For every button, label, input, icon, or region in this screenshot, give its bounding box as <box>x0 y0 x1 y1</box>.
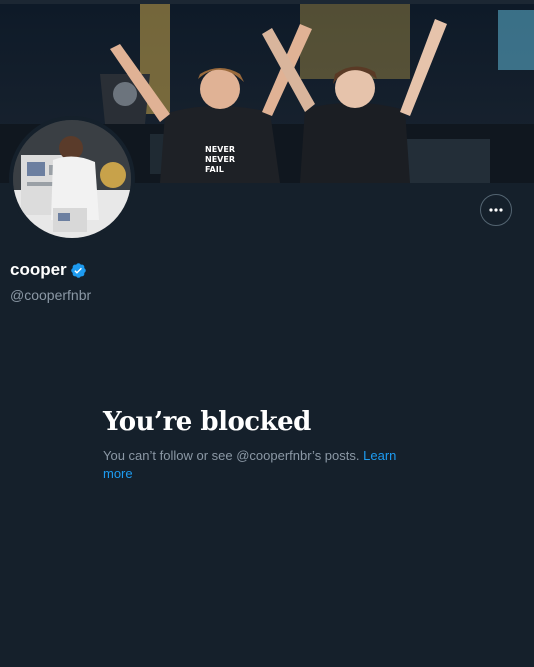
profile-handle: @cooperfnbr <box>10 287 92 303</box>
more-options-button[interactable] <box>480 194 512 226</box>
profile-name-row: cooper <box>10 260 87 280</box>
display-name: cooper <box>10 260 67 279</box>
verified-badge-icon[interactable] <box>70 262 87 279</box>
avatar-photo <box>13 120 131 238</box>
more-horizontal-icon <box>489 208 503 212</box>
shirt-text-2: NEVER <box>205 155 235 164</box>
blocked-description: You can’t follow or see @cooperfnbr’s po… <box>103 448 360 463</box>
shirt-text-1: NEVER <box>205 145 235 154</box>
shirt-text-3: FAIL <box>205 165 224 174</box>
profile-avatar[interactable] <box>9 116 135 242</box>
blocked-title: You’re blocked <box>103 407 311 437</box>
blocked-notice: You’re blocked You can’t follow or see @… <box>103 406 423 483</box>
blocked-description-block: You can’t follow or see @cooperfnbr’s po… <box>103 447 413 483</box>
